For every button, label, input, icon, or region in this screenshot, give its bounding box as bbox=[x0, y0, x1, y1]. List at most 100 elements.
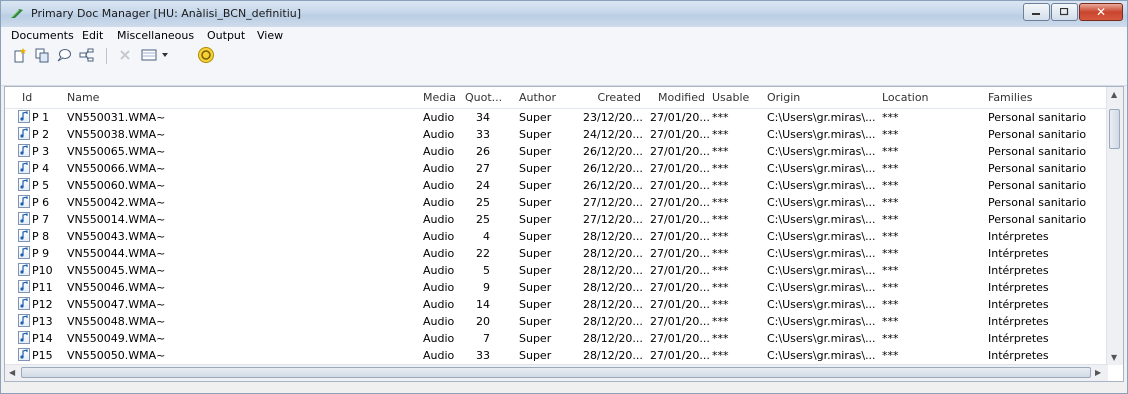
audio-document-icon bbox=[18, 144, 30, 157]
menu-documents[interactable]: Documents bbox=[11, 29, 74, 42]
table-row[interactable]: P15 VN550050.WMA~ Audio 33 Super 28/12/20... 2… bbox=[5, 347, 1108, 364]
audio-document-icon bbox=[18, 178, 30, 191]
cell-name: VN550045.WMA~ bbox=[67, 264, 166, 277]
cell-media: Audio bbox=[423, 145, 455, 158]
cell-media: Audio bbox=[423, 111, 455, 124]
title-bar[interactable]: Primary Doc Manager [HU: Anàlisi_BCN_def… bbox=[1, 1, 1127, 27]
cell-location: *** bbox=[882, 128, 899, 141]
cell-author: Super bbox=[519, 264, 552, 277]
close-button[interactable]: ✕ bbox=[1079, 3, 1123, 21]
cell-author: Super bbox=[519, 332, 552, 345]
minimize-icon bbox=[1032, 13, 1040, 15]
cell-location: *** bbox=[882, 162, 899, 175]
table-row[interactable]: P 4 VN550066.WMA~ Audio 27 Super 26/12/20... 2… bbox=[5, 160, 1108, 177]
table-row[interactable]: P 2 VN550038.WMA~ Audio 33 Super 24/12/20... 2… bbox=[5, 126, 1108, 143]
cell-usable: *** bbox=[712, 230, 729, 243]
cell-families: Intérpretes bbox=[988, 230, 1049, 243]
menu-miscellaneous[interactable]: Miscellaneous bbox=[117, 29, 194, 42]
table-row[interactable]: P 1 VN550031.WMA~ Audio 34 Super 23/12/20... 2… bbox=[5, 109, 1108, 126]
cell-location: *** bbox=[882, 349, 899, 362]
family-filter-button[interactable] bbox=[197, 46, 215, 64]
menu-output[interactable]: Output bbox=[207, 29, 245, 42]
cell-usable: *** bbox=[712, 145, 729, 158]
cell-quot: 24 bbox=[476, 179, 490, 192]
scroll-left-icon[interactable]: ◀ bbox=[9, 368, 15, 377]
view-dropdown-button[interactable] bbox=[141, 46, 171, 64]
column-header-id[interactable]: Id bbox=[22, 91, 32, 104]
window-controls: ✕ bbox=[1022, 3, 1123, 21]
cell-media: Audio bbox=[423, 128, 455, 141]
audio-document-icon bbox=[18, 229, 30, 242]
menu-view[interactable]: View bbox=[257, 29, 283, 42]
vertical-scrollbar[interactable]: ▲ ▼ bbox=[1106, 87, 1123, 365]
column-header-families[interactable]: Families bbox=[988, 91, 1032, 104]
cell-origin: C:\Users\gr.miras\... bbox=[767, 145, 876, 158]
table-row[interactable]: P11 VN550046.WMA~ Audio 9 Super 28/12/20... 27… bbox=[5, 279, 1108, 296]
maximize-button[interactable] bbox=[1051, 3, 1078, 21]
documents-list[interactable]: Id Name Media Quot... Author Created Mod… bbox=[4, 86, 1124, 382]
cell-created: 26/12/20... bbox=[583, 145, 643, 158]
cell-origin: C:\Users\gr.miras\... bbox=[767, 196, 876, 209]
column-header-quotations[interactable]: Quot... bbox=[465, 91, 502, 104]
cell-media: Audio bbox=[423, 162, 455, 175]
cell-families: Intérpretes bbox=[988, 264, 1049, 277]
scroll-right-icon[interactable]: ▶ bbox=[1095, 368, 1101, 377]
new-document-button[interactable] bbox=[11, 46, 29, 64]
table-row[interactable]: P12 VN550047.WMA~ Audio 14 Super 28/12/20... 2… bbox=[5, 296, 1108, 313]
column-header-location[interactable]: Location bbox=[882, 91, 929, 104]
cell-modified: 27/01/20... bbox=[650, 230, 710, 243]
cell-id: P10 bbox=[32, 264, 53, 277]
cell-quot: 14 bbox=[476, 298, 490, 311]
cell-modified: 27/01/20... bbox=[650, 349, 710, 362]
cell-usable: *** bbox=[712, 315, 729, 328]
cell-origin: C:\Users\gr.miras\... bbox=[767, 315, 876, 328]
table-row[interactable]: P10 VN550045.WMA~ Audio 5 Super 28/12/20... 27… bbox=[5, 262, 1108, 279]
table-row[interactable]: P 9 VN550044.WMA~ Audio 22 Super 28/12/20... 2… bbox=[5, 245, 1108, 262]
audio-document-icon bbox=[18, 297, 30, 310]
table-row[interactable]: P 5 VN550060.WMA~ Audio 24 Super 26/12/20... 2… bbox=[5, 177, 1108, 194]
table-row[interactable]: P 6 VN550042.WMA~ Audio 25 Super 27/12/20... 2… bbox=[5, 194, 1108, 211]
cell-location: *** bbox=[882, 196, 899, 209]
cell-name: VN550048.WMA~ bbox=[67, 315, 166, 328]
cell-origin: C:\Users\gr.miras\... bbox=[767, 162, 876, 175]
list-header: Id Name Media Quot... Author Created Mod… bbox=[5, 87, 1108, 109]
cell-created: 28/12/20... bbox=[583, 298, 643, 311]
column-header-origin[interactable]: Origin bbox=[767, 91, 800, 104]
cell-quot: 33 bbox=[476, 128, 490, 141]
column-header-modified[interactable]: Modified bbox=[650, 91, 705, 104]
comment-button[interactable] bbox=[55, 46, 73, 64]
cell-modified: 27/01/20... bbox=[650, 111, 710, 124]
menu-edit[interactable]: Edit bbox=[82, 29, 103, 42]
cell-author: Super bbox=[519, 128, 552, 141]
minimize-button[interactable] bbox=[1023, 3, 1050, 21]
cell-modified: 27/01/20... bbox=[650, 213, 710, 226]
cell-id: P11 bbox=[32, 281, 53, 294]
scroll-down-icon[interactable]: ▼ bbox=[1111, 353, 1117, 362]
cell-created: 27/12/20... bbox=[583, 196, 643, 209]
network-button[interactable] bbox=[77, 46, 95, 64]
column-header-author[interactable]: Author bbox=[519, 91, 556, 104]
copy-document-button[interactable] bbox=[33, 46, 51, 64]
cell-location: *** bbox=[882, 281, 899, 294]
cell-author: Super bbox=[519, 315, 552, 328]
scroll-up-icon[interactable]: ▲ bbox=[1111, 90, 1117, 99]
column-header-name[interactable]: Name bbox=[67, 91, 99, 104]
cell-origin: C:\Users\gr.miras\... bbox=[767, 264, 876, 277]
cell-quot: 22 bbox=[476, 247, 490, 260]
table-row[interactable]: P 3 VN550065.WMA~ Audio 26 Super 26/12/20... 2… bbox=[5, 143, 1108, 160]
table-row[interactable]: P 7 VN550014.WMA~ Audio 25 Super 27/12/20... 2… bbox=[5, 211, 1108, 228]
cell-name: VN550047.WMA~ bbox=[67, 298, 166, 311]
horizontal-scroll-thumb[interactable] bbox=[21, 367, 1091, 378]
column-header-media[interactable]: Media bbox=[423, 91, 456, 104]
cell-families: Intérpretes bbox=[988, 247, 1049, 260]
table-row[interactable]: P14 VN550049.WMA~ Audio 7 Super 28/12/20... 27… bbox=[5, 330, 1108, 347]
table-row[interactable]: P13 VN550048.WMA~ Audio 20 Super 28/12/20... 2… bbox=[5, 313, 1108, 330]
cell-quot: 26 bbox=[476, 145, 490, 158]
table-row[interactable]: P 8 VN550043.WMA~ Audio 4 Super 28/12/20... 27… bbox=[5, 228, 1108, 245]
horizontal-scrollbar[interactable]: ◀ ▶ bbox=[5, 364, 1108, 381]
delete-button[interactable] bbox=[116, 46, 134, 64]
column-header-usable[interactable]: Usable bbox=[712, 91, 749, 104]
vertical-scroll-thumb[interactable] bbox=[1109, 109, 1120, 149]
cell-name: VN550060.WMA~ bbox=[67, 179, 166, 192]
column-header-created[interactable]: Created bbox=[583, 91, 641, 104]
